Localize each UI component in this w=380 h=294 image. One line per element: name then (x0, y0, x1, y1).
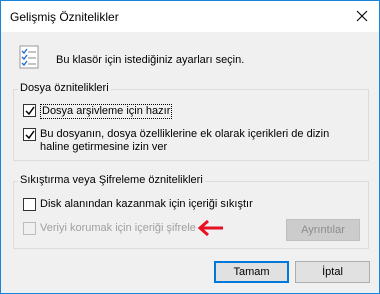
archive-label: Dosya arşivleme için hazır (40, 104, 173, 119)
index-label-line2: haline getirmesine izin ver (40, 141, 168, 153)
compress-label: Disk alanından kazanmak için içeriği sık… (40, 198, 253, 210)
compress-checkbox-row[interactable]: Disk alanından kazanmak için içeriği sık… (23, 198, 253, 211)
archive-checkbox[interactable] (23, 104, 36, 117)
dialog-window: Gelişmiş Öznitelikler Bu klasör için ist… (0, 0, 380, 294)
details-button[interactable]: Ayrıntılar (286, 219, 360, 241)
header-text: Bu klasör için istediğiniz ayarları seçi… (56, 54, 245, 66)
index-checkbox[interactable] (23, 128, 36, 141)
checkmark-icon (25, 106, 35, 116)
compress-checkbox[interactable] (23, 198, 36, 211)
encrypt-checkbox-row[interactable]: Veriyi korumak için içeriği şifrele (23, 222, 196, 235)
close-icon (356, 10, 368, 22)
window-title: Gelişmiş Öznitelikler (10, 10, 119, 24)
close-button[interactable] (351, 5, 373, 27)
compression-group-label: Sıkıştırma veya Şifreleme öznitelikleri (18, 174, 205, 186)
encrypt-label: Veriyi korumak için içeriği şifrele (40, 222, 196, 234)
red-arrow-icon (197, 219, 223, 237)
index-checkbox-row[interactable]: Bu dosyanın, dosya özelliklerine ek olar… (23, 128, 329, 154)
file-attributes-group-label: Dosya öznitelikleri (18, 82, 111, 94)
cancel-button[interactable]: İptal (295, 261, 370, 283)
ok-button[interactable]: Tamam (214, 261, 289, 283)
title-bar[interactable]: Gelişmiş Öznitelikler (1, 1, 379, 32)
checklist-icon (19, 45, 39, 69)
archive-checkbox-row[interactable]: Dosya arşivleme için hazır (23, 104, 173, 119)
encrypt-checkbox[interactable] (23, 222, 36, 235)
index-label: Bu dosyanın, dosya özelliklerine ek olar… (40, 128, 329, 154)
index-label-line1: Bu dosyanın, dosya özelliklerine ek olar… (40, 128, 330, 140)
checkmark-icon (25, 130, 35, 140)
